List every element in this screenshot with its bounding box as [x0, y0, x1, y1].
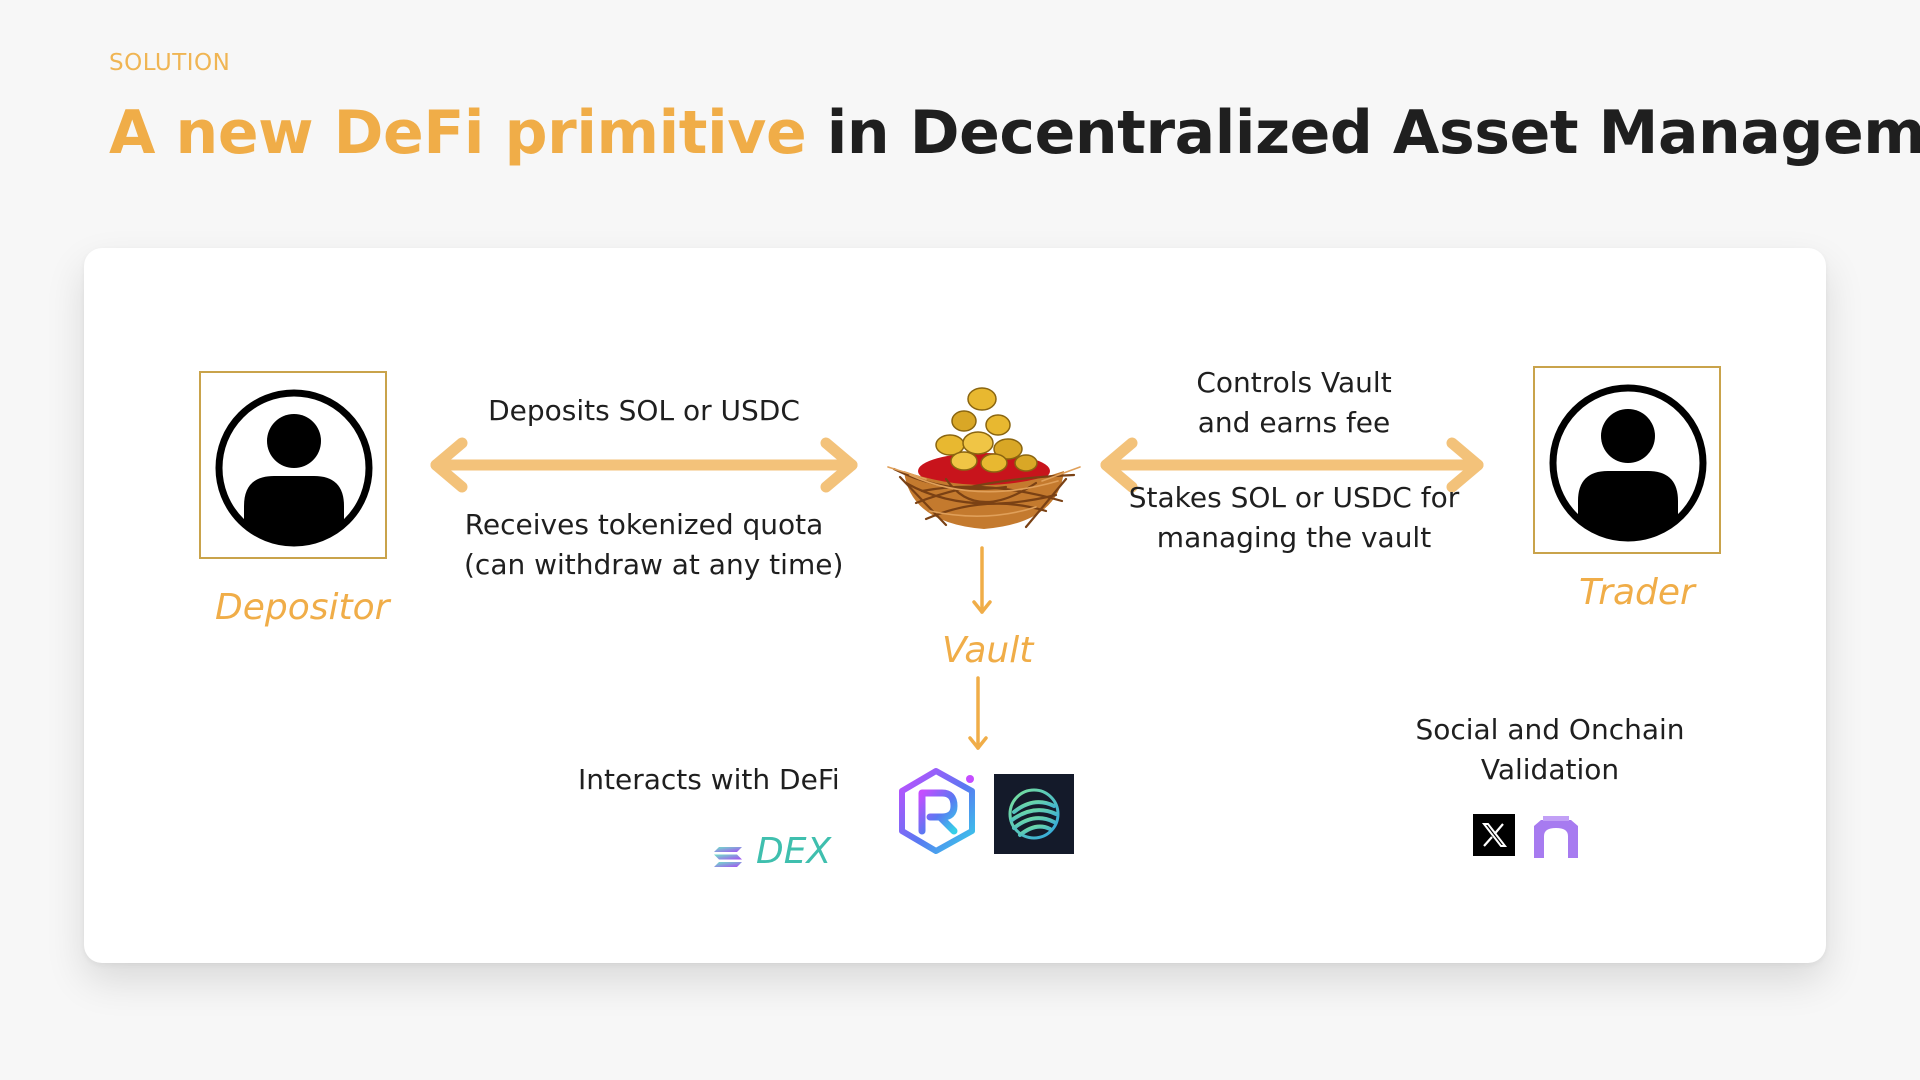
- stakes-text-line1: Stakes SOL or USDC for: [1128, 481, 1460, 514]
- drift-logo: [994, 774, 1074, 854]
- x-logo: [1473, 814, 1515, 856]
- title-highlight: A new DeFi primitive: [109, 98, 807, 168]
- stakes-text-line2: managing the vault: [1156, 521, 1432, 554]
- defi-text: Interacts with DeFi: [578, 763, 840, 796]
- section-eyebrow: SOLUTION: [109, 50, 231, 76]
- diagram-card: Depositor Deposits SOL or USDC Receives …: [84, 248, 1826, 963]
- controls-text-line2: and earns fee: [1197, 406, 1391, 439]
- arch-logo: [1534, 816, 1578, 858]
- slide: SOLUTION A new DeFi primitive in Decentr…: [0, 0, 1920, 1080]
- trader-label: Trader: [1579, 572, 1695, 613]
- receive-text-line2: (can withdraw at any time): [464, 548, 844, 581]
- solana-icon: [714, 847, 742, 867]
- defi-down-arrow: [968, 676, 988, 750]
- trader-avatar-frame: [1533, 366, 1721, 554]
- deposit-double-arrow: [430, 437, 858, 493]
- raydium-logo: [899, 768, 975, 854]
- title-rest: in Decentralized Asset Management: [806, 98, 1920, 168]
- user-icon: [215, 389, 373, 547]
- dex-label: DEX: [756, 831, 832, 872]
- receive-text-line1: Receives tokenized quota: [464, 508, 824, 541]
- vault-down-arrow: [972, 546, 992, 614]
- vault-label: Vault: [942, 630, 1034, 671]
- validation-text-line1: Social and Onchain: [1415, 713, 1685, 746]
- depositor-label: Depositor: [215, 587, 390, 628]
- depositor-avatar-frame: [199, 371, 387, 559]
- page-title: A new DeFi primitive in Decentralized As…: [109, 97, 1920, 169]
- validation-text-line2: Validation: [1480, 753, 1620, 786]
- user-icon: [1549, 384, 1707, 542]
- coin-nest-icon: [887, 387, 1081, 529]
- controls-text-line1: Controls Vault: [1196, 366, 1392, 399]
- deposit-text: Deposits SOL or USDC: [488, 394, 800, 427]
